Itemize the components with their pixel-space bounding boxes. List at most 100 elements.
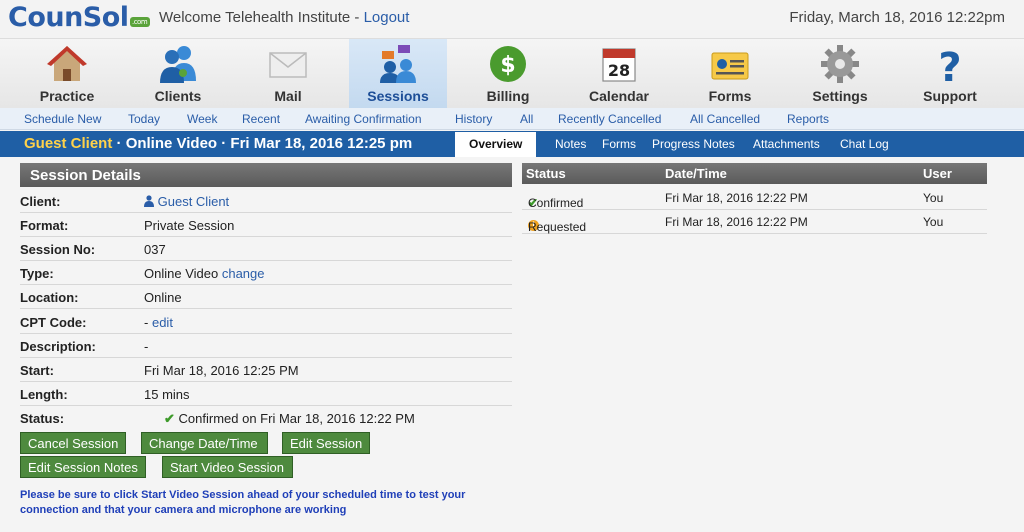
status-column-header: Status <box>526 166 566 181</box>
type-text: Online Video <box>144 266 219 281</box>
session-context-bar: Guest Client · Online Video · Fri Mar 18… <box>0 131 1024 157</box>
app-page: CounSol .com Welcome Telehealth Institute… <box>0 0 1024 532</box>
edit-session-button[interactable]: Edit Session <box>282 432 370 454</box>
nav-settings[interactable]: Settings <box>791 39 889 109</box>
tab-attachments[interactable]: Attachments <box>753 137 820 151</box>
nav-sessions-label: Sessions <box>367 88 429 104</box>
location-value: Online <box>144 290 182 305</box>
logo-badge: .com <box>129 17 150 27</box>
status-text: Requested <box>528 220 587 234</box>
detail-row-client: Client: Guest Client <box>20 189 512 213</box>
format-label: Format: <box>20 218 69 233</box>
detail-row-session-no: Session No: 037 <box>20 237 512 261</box>
cpt-code-label: CPT Code: <box>20 315 87 330</box>
detail-row-description: Description: - <box>20 334 512 358</box>
people-icon <box>160 46 196 83</box>
nav-billing[interactable]: $ Billing <box>459 39 557 109</box>
edit-session-notes-button[interactable]: Edit Session Notes <box>20 456 146 478</box>
subnav-today[interactable]: Today <box>128 112 160 126</box>
nav-forms[interactable]: Forms <box>681 39 779 109</box>
calendar-icon: 28 <box>602 48 636 82</box>
subnav-all[interactable]: All <box>520 112 533 126</box>
welcome-text: Welcome Telehealth Institute - Logout <box>159 9 409 26</box>
nav-billing-label: Billing <box>486 88 530 104</box>
length-value: 15 mins <box>144 387 190 402</box>
nav-sessions[interactable]: Sessions <box>349 39 447 109</box>
welcome-label: Welcome Telehealth Institute - <box>159 9 360 26</box>
subnav-reports[interactable]: Reports <box>787 112 829 126</box>
cpt-code-value: - edit <box>144 315 173 330</box>
client-label: Client: <box>20 194 61 209</box>
type-value: Online Video change <box>144 266 265 281</box>
status-history-header: Status Date/Time User <box>522 163 987 184</box>
nav-forms-label: Forms <box>708 88 752 104</box>
logo-text: CounSol <box>8 2 129 33</box>
nav-mail[interactable]: Mail <box>239 39 337 109</box>
session-title: Guest Client · Online Video · Fri Mar 18… <box>24 135 412 152</box>
nav-settings-label: Settings <box>812 88 868 104</box>
detail-row-format: Format: Private Session <box>20 213 512 237</box>
video-session-notice: Please be sure to click Start Video Sess… <box>20 489 466 516</box>
format-value: Private Session <box>144 218 235 233</box>
context-client-name[interactable]: Guest Client <box>24 135 112 152</box>
start-value-link[interactable]: Fri Mar 18, 2016 12:25 PM <box>144 363 299 378</box>
description-label: Description: <box>20 339 96 354</box>
detail-row-cpt-code: CPT Code: - edit <box>20 310 512 334</box>
client-link[interactable]: Guest Client <box>158 194 230 209</box>
tab-overview[interactable]: Overview <box>455 132 537 157</box>
nav-calendar-label: Calendar <box>589 88 649 104</box>
type-change-link[interactable]: change <box>222 266 265 281</box>
person-icon <box>144 195 154 207</box>
top-bar: CounSol .com Welcome Telehealth Institute… <box>0 0 1024 38</box>
dollar-icon: $ <box>490 46 526 82</box>
subnav-all-cancelled[interactable]: All Cancelled <box>690 112 760 126</box>
type-label: Type: <box>20 266 54 281</box>
user-cell: You <box>923 215 944 229</box>
logout-link[interactable]: Logout <box>364 9 410 26</box>
subnav-schedule-new[interactable]: Schedule New <box>24 112 101 126</box>
status-value: ✔ Confirmed on Fri Mar 18, 2016 12:22 PM <box>164 411 415 427</box>
detail-row-type: Type: Online Video change <box>20 261 512 285</box>
subnav-history[interactable]: History <box>455 112 492 126</box>
start-label: Start: <box>20 363 54 378</box>
detail-row-location: Location: Online <box>20 285 512 309</box>
detail-row-start: Start: Fri Mar 18, 2016 12:25 PM <box>20 358 512 382</box>
sessions-icon <box>380 45 416 83</box>
nav-practice[interactable]: Practice <box>18 39 116 109</box>
envelope-icon <box>269 52 307 78</box>
status-text: Confirmed on Fri Mar 18, 2016 12:22 PM <box>178 411 415 426</box>
current-datetime: Friday, March 18, 2016 12:22pm <box>789 9 1005 26</box>
datetime-column-header: Date/Time <box>665 166 727 181</box>
table-row: ! Requested Fri Mar 18, 2016 12:22 PM Yo… <box>522 210 987 234</box>
cancel-session-button[interactable]: Cancel Session <box>20 432 126 454</box>
gear-icon <box>821 45 859 83</box>
tab-progress-notes[interactable]: Progress Notes <box>652 137 735 151</box>
subnav-recent[interactable]: Recent <box>242 112 280 126</box>
subnav-awaiting-confirmation[interactable]: Awaiting Confirmation <box>305 112 422 126</box>
main-nav: Practice Clients Mail Sessions $ Billing… <box>0 38 1024 109</box>
logo[interactable]: CounSol .com <box>8 2 150 33</box>
table-row: ✔ Confirmed Fri Mar 18, 2016 12:22 PM Yo… <box>522 186 987 210</box>
change-datetime-button[interactable]: Change Date/Time <box>141 432 268 454</box>
session-no-link[interactable]: 037 <box>144 242 166 257</box>
sub-nav: Schedule New Today Week Recent Awaiting … <box>0 108 1024 130</box>
cpt-edit-link[interactable]: edit <box>152 315 173 330</box>
nav-clients-label: Clients <box>154 88 202 104</box>
start-video-session-button[interactable]: Start Video Session <box>162 456 293 478</box>
nav-support[interactable]: ? Support <box>901 39 999 109</box>
nav-clients[interactable]: Clients <box>129 39 227 109</box>
tab-forms[interactable]: Forms <box>602 137 636 151</box>
id-card-icon <box>711 52 749 80</box>
svg-text:$: $ <box>500 53 515 78</box>
status-label: Status: <box>20 411 65 426</box>
subnav-recently-cancelled[interactable]: Recently Cancelled <box>558 112 661 126</box>
detail-row-length: Length: 15 mins <box>20 382 512 406</box>
question-icon: ? <box>938 45 961 85</box>
nav-calendar[interactable]: 28 Calendar <box>570 39 668 109</box>
house-icon <box>47 46 87 81</box>
tab-notes[interactable]: Notes <box>555 137 586 151</box>
tab-chat-log[interactable]: Chat Log <box>840 137 889 151</box>
detail-row-status: Status: ✔ Confirmed on Fri Mar 18, 2016 … <box>20 406 512 430</box>
subnav-week[interactable]: Week <box>187 112 217 126</box>
client-value: Guest Client <box>144 194 229 209</box>
